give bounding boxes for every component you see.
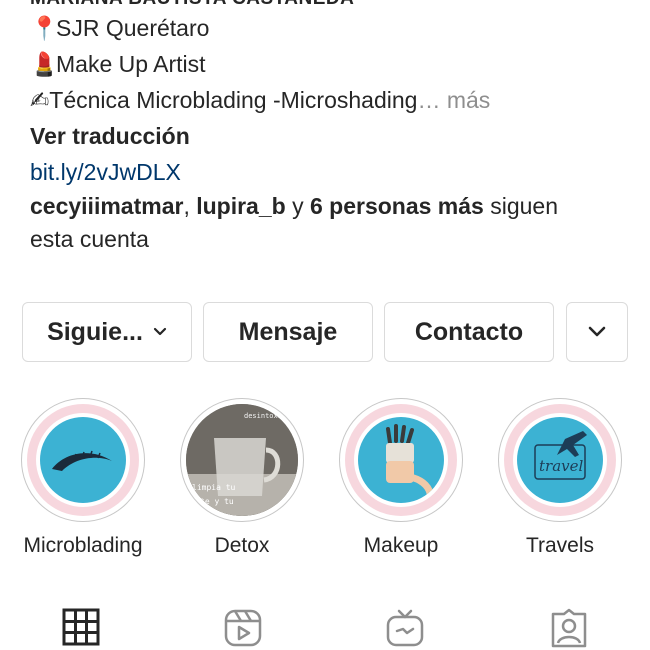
highlight-detox[interactable]: desintoxica limpia tu te y tu Detox <box>172 398 312 558</box>
svg-text:desintoxica: desintoxica <box>244 412 290 420</box>
suggested-accounts-button[interactable] <box>566 302 628 362</box>
highlight-label: Microblading <box>23 534 143 557</box>
highlight-travels[interactable]: travel Travels <box>490 398 630 558</box>
followed-by-text[interactable]: cecyiiimatmar, lupira_b y 6 personas más… <box>30 190 630 256</box>
highlight-ring <box>21 398 145 522</box>
highlight-label: Travels <box>525 534 595 557</box>
highlight-ring: desintoxica limpia tu te y tu <box>180 398 304 522</box>
profile-bio: MARIANA BAUTISTA CASTAÑEDA 📍SJR Querétar… <box>30 0 630 256</box>
makeup-brushes-icon <box>358 417 444 503</box>
tagged-icon <box>551 608 587 648</box>
highlight-ring <box>339 398 463 522</box>
pin-icon: 📍 <box>30 15 59 41</box>
tab-reels[interactable] <box>223 608 263 650</box>
svg-text:limpia tu: limpia tu <box>192 483 236 492</box>
bio-technique-line: ✍Técnica Microblading -Microshading… más <box>30 82 630 118</box>
follower-others[interactable]: 6 personas más <box>310 193 484 219</box>
bio-technique-text: Técnica Microblading -Microshading <box>49 87 418 113</box>
message-label: Mensaje <box>238 317 338 346</box>
see-more-link[interactable]: … más <box>417 87 490 113</box>
writing-hand-icon: ✍ <box>30 87 50 113</box>
follower-user-1[interactable]: cecyiiimatmar <box>30 193 183 219</box>
grid-icon <box>62 608 100 646</box>
following-button[interactable]: Siguie... <box>22 302 192 362</box>
highlight-label: Detox <box>214 534 270 557</box>
reels-icon <box>224 609 262 647</box>
bio-profession-line: 💄Make Up Artist <box>30 46 630 82</box>
bio-profession-text: Make Up Artist <box>56 51 206 77</box>
lipstick-icon: 💄 <box>30 51 59 77</box>
detox-photo: desintoxica limpia tu te y tu <box>186 404 298 516</box>
story-highlights: Microblading desintoxica limpia tu te y … <box>0 398 650 568</box>
chevron-down-icon <box>588 326 606 337</box>
highlight-microblading[interactable]: Microblading <box>13 398 153 558</box>
igtv-icon <box>386 609 424 647</box>
tab-igtv[interactable] <box>385 608 425 650</box>
tab-posts-grid[interactable] <box>61 608 101 650</box>
travel-plane-icon: travel <box>517 417 603 503</box>
follower-user-2[interactable]: lupira_b <box>196 193 285 219</box>
bio-location-line: 📍SJR Querétaro <box>30 10 630 46</box>
highlight-makeup[interactable]: Makeup <box>331 398 471 558</box>
chevron-down-icon <box>153 327 167 336</box>
bio-website-link[interactable]: bit.ly/2vJwDLX <box>30 154 630 190</box>
profile-actions: Siguie... Mensaje Contacto <box>22 302 628 364</box>
profile-name: MARIANA BAUTISTA CASTAÑEDA <box>30 0 630 10</box>
contact-label: Contacto <box>414 317 524 346</box>
profile-tab-bar <box>0 608 650 650</box>
message-button[interactable]: Mensaje <box>203 302 373 362</box>
highlight-ring: travel <box>498 398 622 522</box>
bio-location-text: SJR Querétaro <box>56 15 210 41</box>
glass-photo: desintoxica limpia tu te y tu <box>186 404 298 516</box>
following-label: Siguie... <box>47 317 143 346</box>
svg-text:te y tu: te y tu <box>200 497 234 506</box>
svg-text:travel: travel <box>539 457 583 475</box>
see-translation-link[interactable]: Ver traducción <box>30 118 630 154</box>
eyebrow-icon <box>40 417 126 503</box>
tab-tagged[interactable] <box>549 608 589 650</box>
contact-button[interactable]: Contacto <box>384 302 554 362</box>
highlight-label: Makeup <box>363 534 439 557</box>
